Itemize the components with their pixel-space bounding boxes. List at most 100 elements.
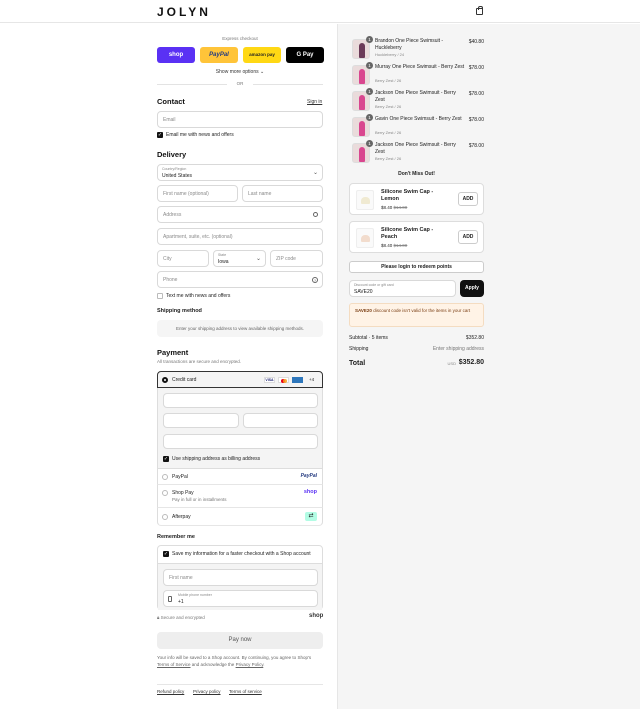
paypal-logo: PayPal — [300, 473, 317, 479]
address-field[interactable]: Address — [157, 206, 323, 223]
login-redeem-button[interactable]: Please login to redeem points — [349, 261, 484, 273]
privacy-policy-link[interactable]: Privacy Policy — [236, 662, 264, 667]
privacy-policy-footer-link[interactable]: Privacy policy — [193, 689, 221, 694]
show-more-options[interactable]: Show more options ⌄ — [157, 69, 323, 75]
product-price: $78.00 — [468, 65, 484, 71]
billing-checkbox[interactable]: ✓ — [163, 456, 169, 462]
order-summary — [337, 24, 640, 709]
delivery-heading: Delivery — [157, 150, 187, 159]
upsell-price: $8.40 $14.00 — [381, 205, 407, 210]
text-news-checkbox[interactable] — [157, 293, 163, 299]
chevron-down-icon: ⌄ — [260, 69, 265, 75]
amazon-pay-button[interactable]: amazon pay — [243, 47, 281, 63]
first-name-field[interactable]: First name (optional) — [157, 185, 238, 202]
state-select[interactable]: State Iowa ⌄ — [213, 250, 266, 267]
apply-button[interactable]: Apply — [460, 280, 484, 297]
shop-pay-radio[interactable] — [162, 490, 168, 496]
discount-value: SAVE20 — [354, 289, 373, 295]
amex-icon — [292, 377, 303, 383]
subtotal-value: $352.80 — [465, 335, 484, 341]
last-name-placeholder: Last name — [248, 191, 272, 197]
subtotal-label: Subtotal · 5 items — [349, 335, 388, 341]
product-variant: Berry Zest / 26 — [375, 130, 402, 135]
pay-now-button[interactable]: Pay now — [157, 632, 323, 649]
product-price: $78.00 — [468, 117, 484, 123]
first-name-placeholder: First name (optional) — [163, 191, 209, 197]
shop-pay-button[interactable]: shop — [157, 47, 195, 63]
country-label: Country/Region — [162, 167, 187, 171]
remember-box: ✓ Save my information for a faster check… — [157, 545, 323, 610]
discount-code-field[interactable]: Discount code or gift card SAVE20 — [349, 280, 456, 297]
header: JOLYN — [0, 0, 640, 23]
error-code: SAVE20 — [355, 308, 372, 313]
add-upsell-button[interactable]: ADD — [458, 230, 478, 244]
product-variant: Berry Zest / 26 — [375, 104, 402, 109]
google-pay-button[interactable]: G Pay — [286, 47, 324, 63]
divider — [253, 84, 323, 85]
zip-placeholder: ZIP code — [276, 256, 296, 262]
bag-icon[interactable] — [476, 6, 483, 15]
credit-card-label: Credit card — [172, 377, 197, 383]
name-on-card-field[interactable] — [163, 434, 318, 449]
quantity-badge: 1 — [366, 140, 373, 147]
shop-logo: shop — [309, 613, 324, 619]
remember-first-name-field[interactable]: First name — [163, 569, 318, 586]
footer-divider — [157, 684, 323, 685]
city-field[interactable]: City — [157, 250, 209, 267]
refund-policy-link[interactable]: Refund policy — [157, 689, 184, 694]
discount-error-banner: SAVE20 discount code isn't valid for the… — [349, 303, 484, 327]
phone-field[interactable]: Phone ? — [157, 271, 323, 288]
save-info-checkbox[interactable]: ✓ — [163, 551, 169, 557]
last-name-field[interactable]: Last name — [242, 185, 323, 202]
paypal-label: PayPal — [172, 474, 188, 480]
remember-form: First name Mobile phone number +1 — [158, 563, 322, 610]
help-icon[interactable]: ? — [312, 277, 318, 283]
card-number-field[interactable] — [163, 393, 318, 408]
legal-period: . — [263, 661, 265, 667]
dont-miss-heading: Don't Miss Out! — [398, 171, 435, 177]
email-placeholder: Email — [163, 117, 176, 123]
shop-pay-option[interactable]: Shop Pay Pay in full or in installments … — [157, 485, 323, 508]
express-checkout-title: Express checkout — [222, 36, 258, 41]
news-label: Email me with news and offers — [166, 132, 234, 138]
zip-field[interactable]: ZIP code — [270, 250, 323, 267]
upsell-card-peach: Silicone Swim Cap - Peach $8.40 $14.00 A… — [349, 221, 484, 253]
mobile-phone-field[interactable]: Mobile phone number +1 — [163, 590, 318, 607]
total-value: $352.80 — [458, 359, 484, 366]
billing-label: Use shipping address as billing address — [172, 456, 261, 462]
security-code-field[interactable] — [243, 413, 318, 428]
afterpay-radio[interactable] — [162, 514, 168, 520]
brand-logo[interactable]: JOLYN — [157, 5, 211, 19]
product-variant: Berry Zest / 26 — [375, 78, 402, 83]
afterpay-label: Afterpay — [172, 514, 191, 520]
shipping-label: Shipping — [349, 346, 369, 352]
sign-in-link[interactable]: Sign in — [307, 99, 322, 105]
upsell-sale-price: $8.40 — [381, 243, 393, 248]
paypal-button[interactable]: PayPal — [200, 47, 238, 63]
upsell-compare-price: $14.00 — [393, 205, 408, 210]
mastercard-icon — [278, 377, 289, 383]
credit-card-radio[interactable] — [162, 377, 168, 383]
secure-text: Secure and encrypted — [160, 615, 205, 620]
payment-heading: Payment — [157, 348, 189, 357]
divider — [157, 84, 227, 85]
country-select[interactable]: Country/Region United States ⌄ — [157, 164, 323, 181]
expiry-field[interactable] — [163, 413, 239, 428]
credit-card-option[interactable]: Credit card VISA +4 — [157, 371, 323, 388]
paypal-radio[interactable] — [162, 474, 168, 480]
or-divider: OR — [236, 81, 244, 86]
upsell-compare-price: $14.00 — [393, 243, 408, 248]
add-upsell-button[interactable]: ADD — [458, 192, 478, 206]
swimsuit-figure — [359, 121, 365, 136]
shipping-value: Enter shipping address — [432, 346, 484, 352]
country-value: United States — [162, 173, 193, 179]
error-text: discount code isn't valid for the items … — [373, 308, 471, 313]
terms-of-service-link[interactable]: Terms of Service — [157, 662, 191, 667]
paypal-option[interactable]: PayPal PayPal — [157, 468, 323, 485]
afterpay-option[interactable]: Afterpay ⇄ — [157, 508, 323, 526]
upsell-card-lemon: Silicone Swim Cap - Lemon $8.40 $14.00 A… — [349, 183, 484, 215]
terms-of-service-footer-link[interactable]: Terms of service — [229, 689, 262, 694]
apartment-field[interactable]: Apartment, suite, etc. (optional) — [157, 228, 323, 245]
news-checkbox[interactable]: ✓ — [157, 132, 163, 138]
email-field[interactable]: Email — [157, 111, 323, 128]
